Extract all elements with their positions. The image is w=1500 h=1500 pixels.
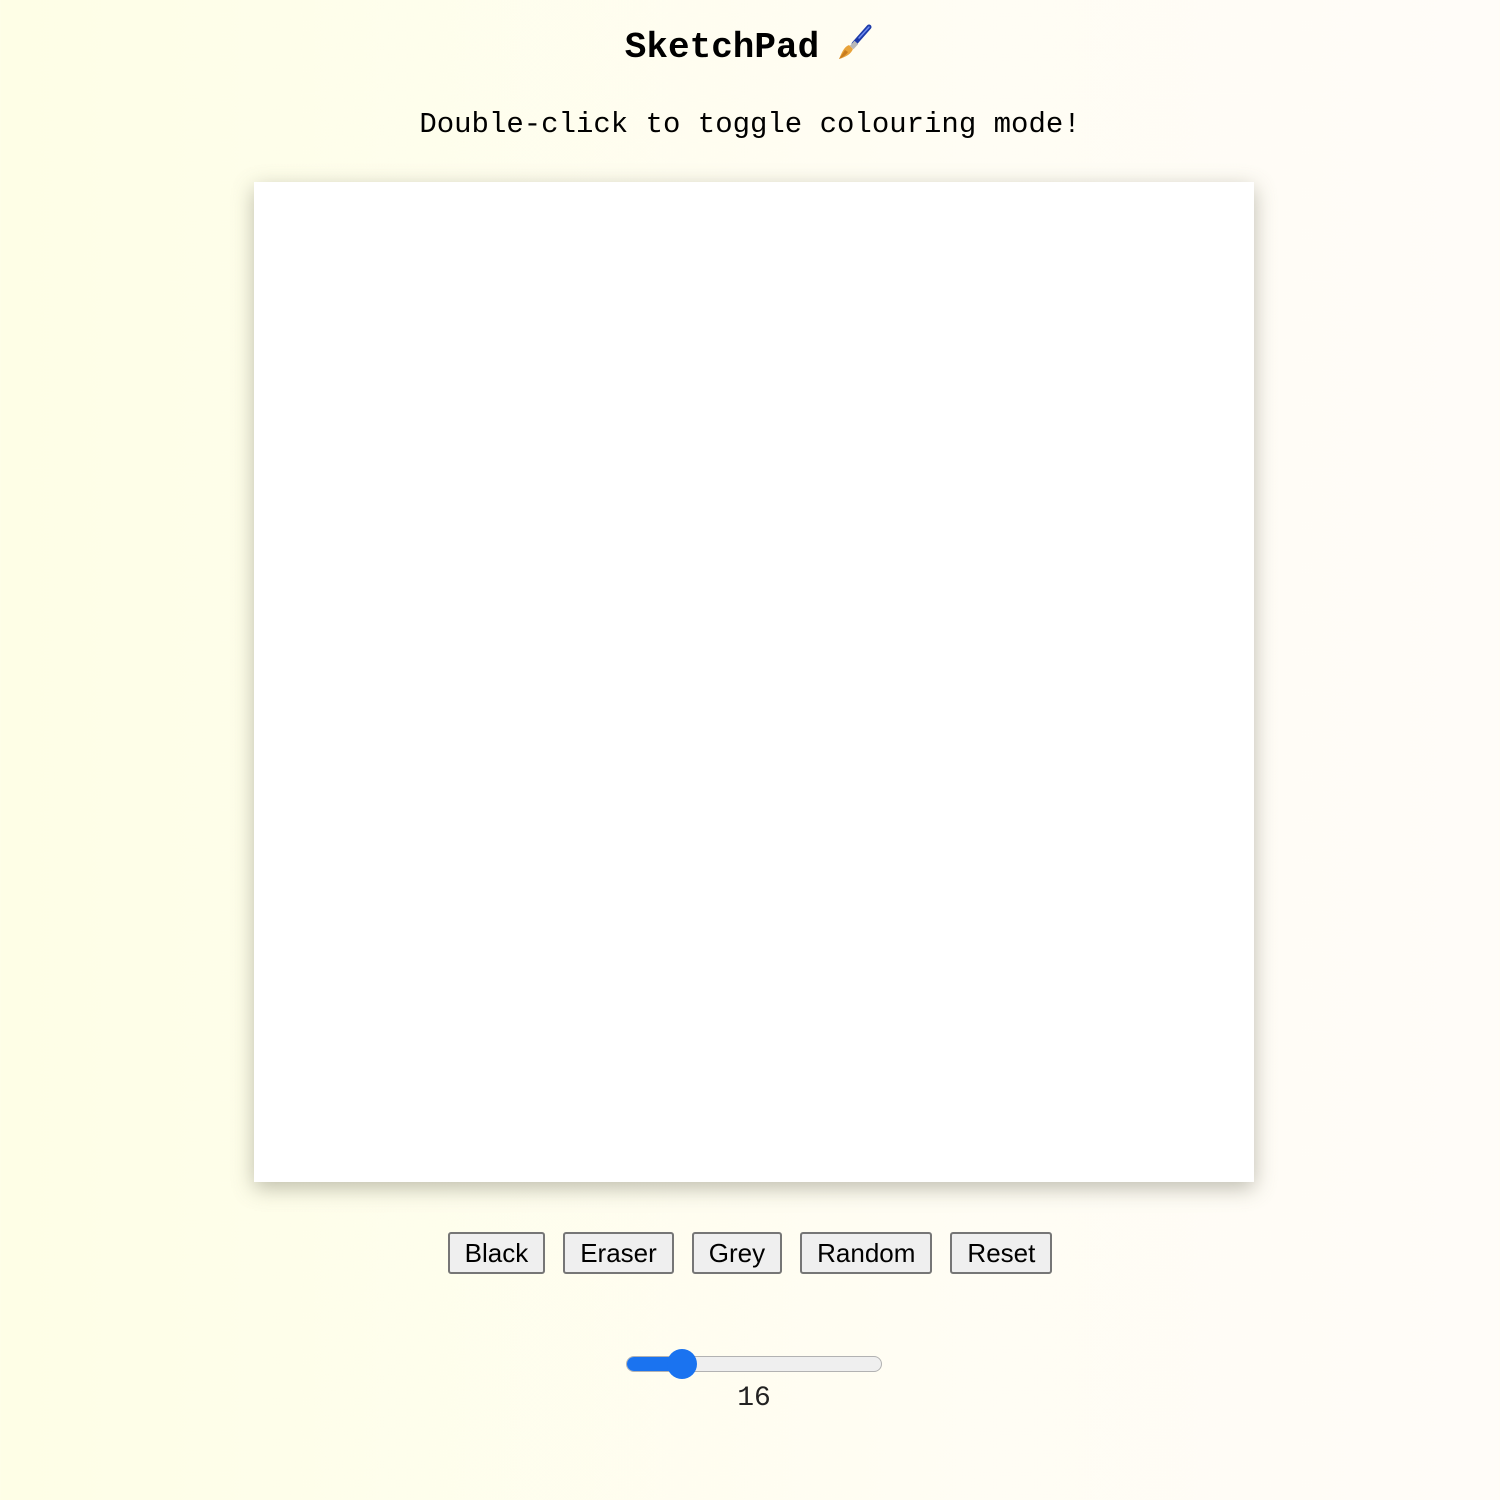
- eraser-button[interactable]: Eraser: [563, 1232, 674, 1274]
- grid-size-value: 16: [737, 1383, 771, 1414]
- black-button[interactable]: Black: [447, 1232, 546, 1274]
- title-text: SketchPad: [624, 27, 820, 68]
- grey-button[interactable]: Grey: [691, 1232, 783, 1274]
- random-button[interactable]: Random: [800, 1232, 933, 1274]
- paintbrush-icon: [839, 24, 872, 59]
- drawing-canvas[interactable]: [254, 182, 1254, 1182]
- grid-size-slider[interactable]: [626, 1348, 882, 1380]
- page-title: SketchPad: [0, 24, 1500, 71]
- reset-button[interactable]: Reset: [950, 1232, 1053, 1274]
- slider-thumb[interactable]: [666, 1349, 697, 1379]
- color-controls: Black Eraser Grey Random Reset: [0, 1232, 1500, 1274]
- instructions-text: Double-click to toggle colouring mode!: [419, 108, 1081, 141]
- slider-track[interactable]: [626, 1356, 882, 1372]
